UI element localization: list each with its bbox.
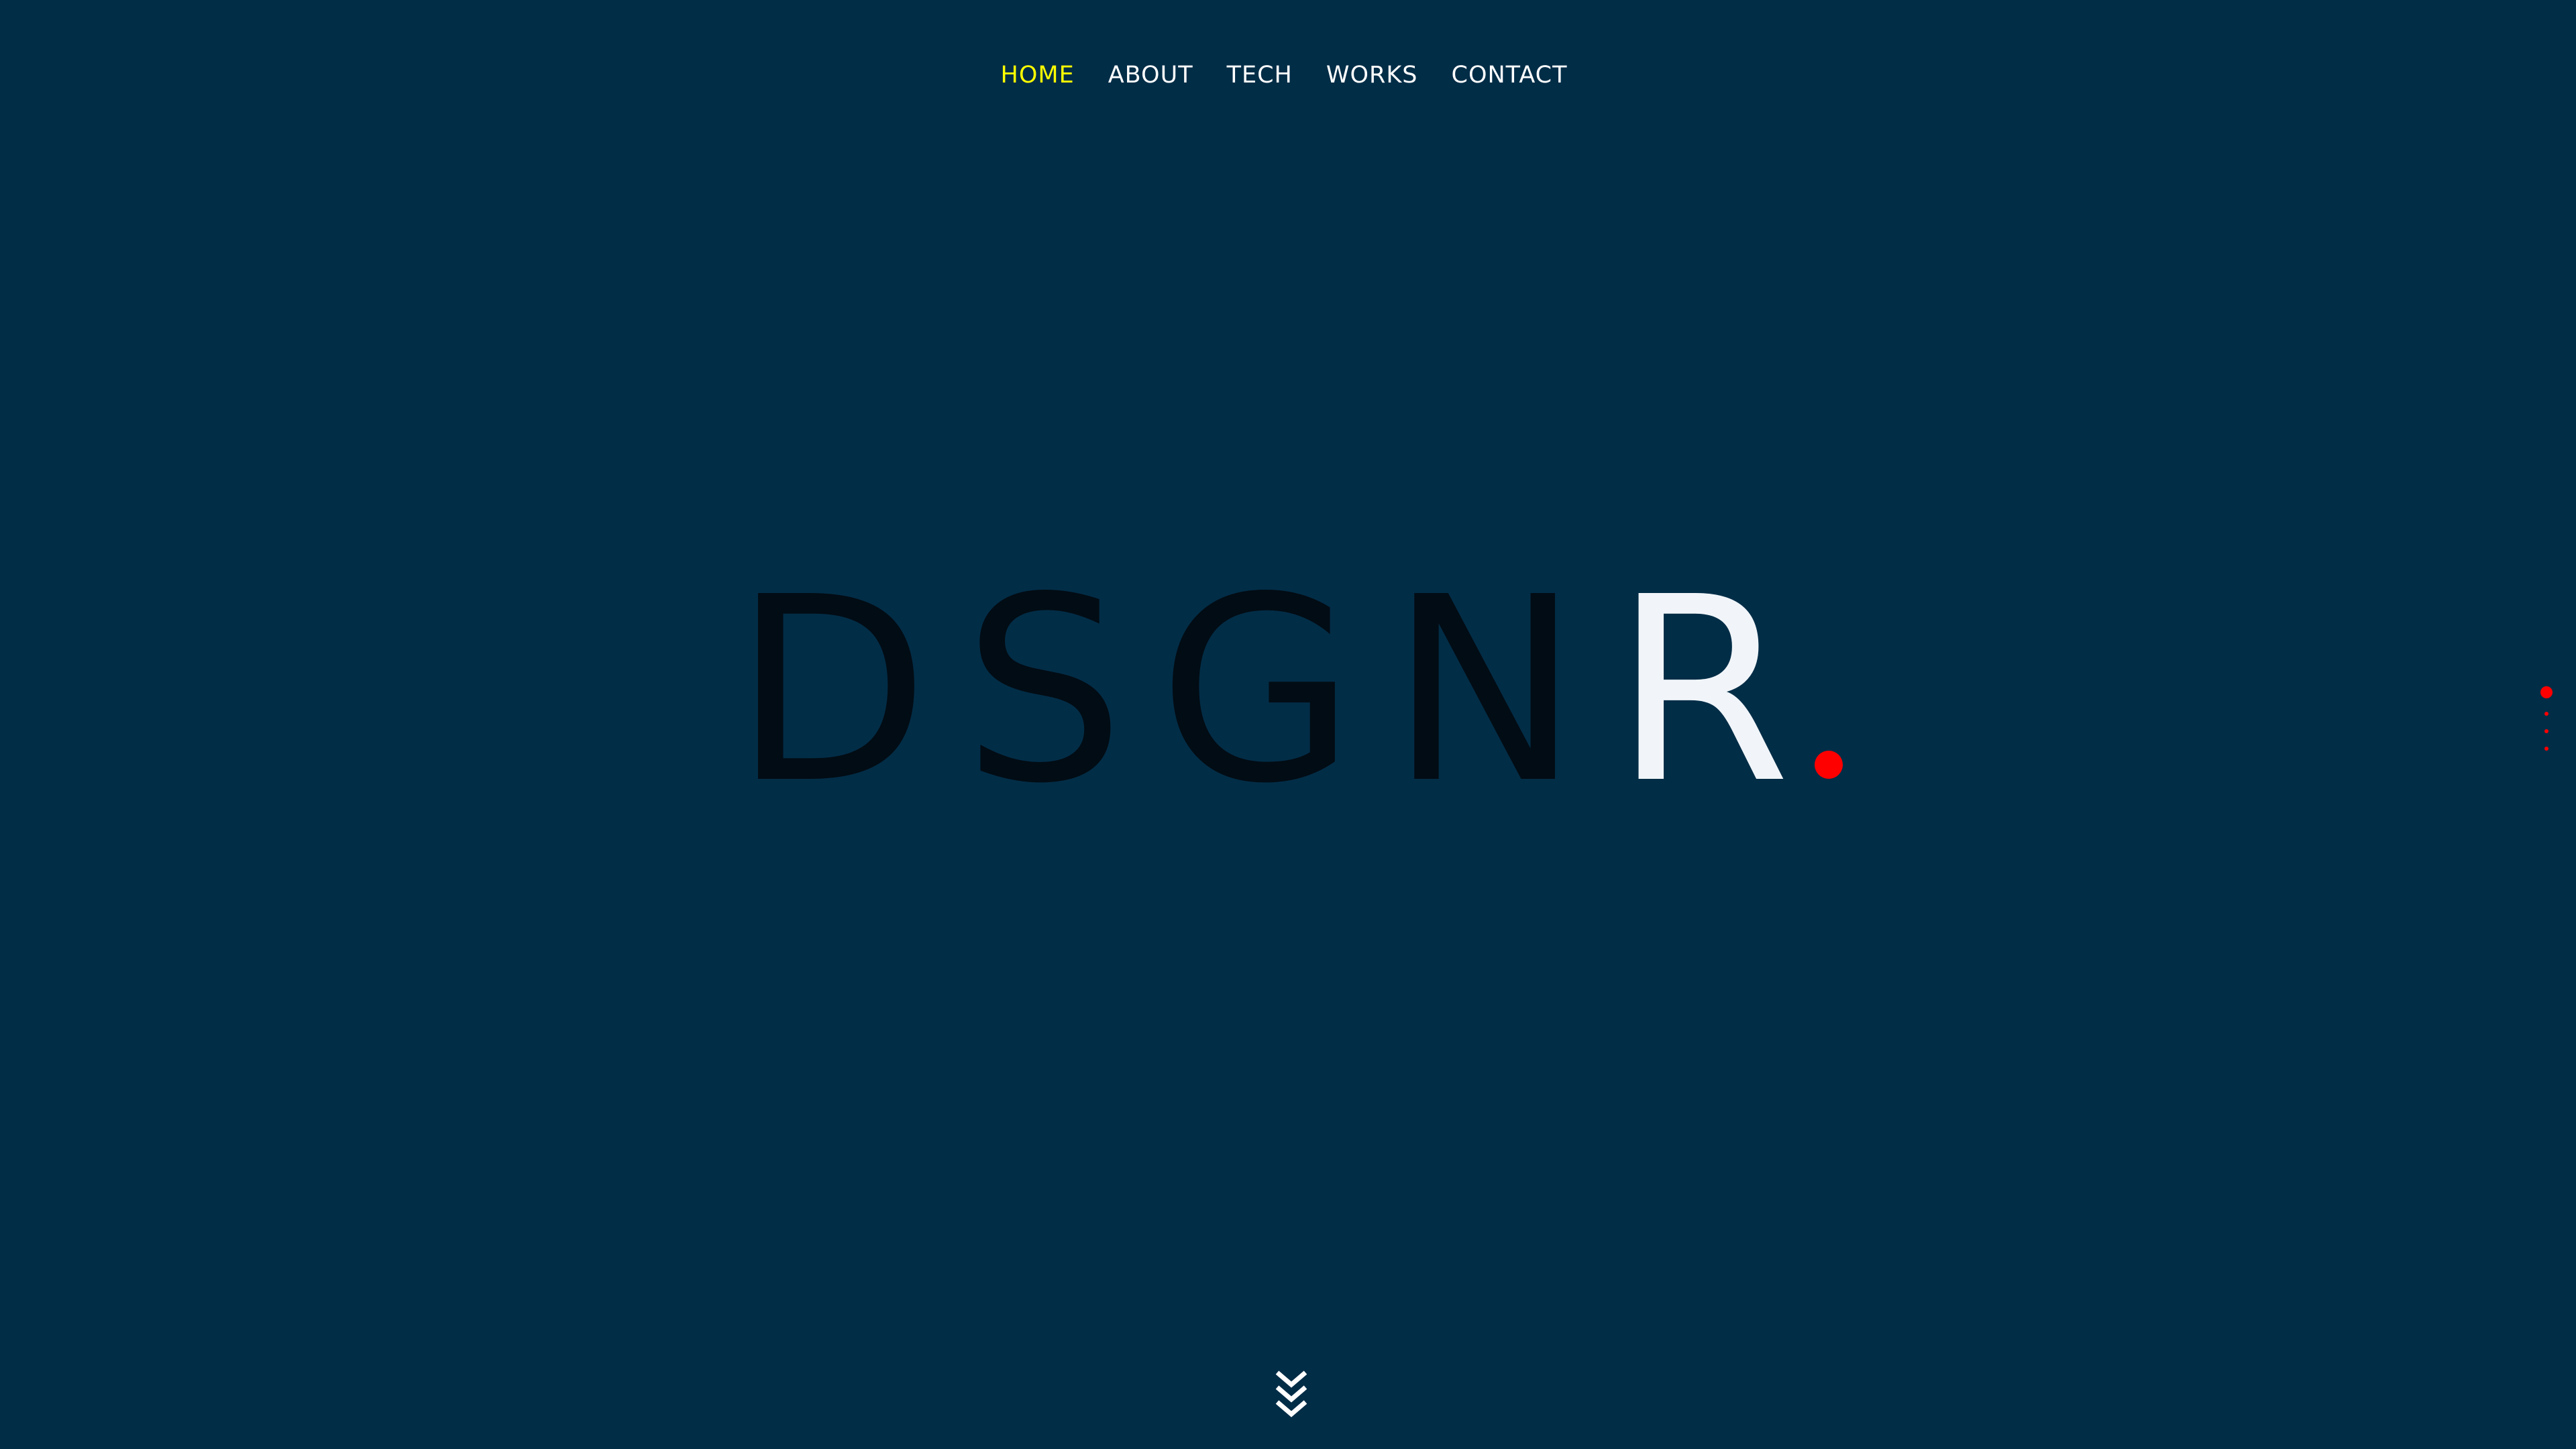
section-pager <box>2540 686 2553 751</box>
logo: DSGN R <box>733 564 1843 818</box>
nav-item-contact[interactable]: CONTACT <box>1452 59 1568 91</box>
hero: DSGN R <box>0 557 2576 825</box>
pager-dot-1[interactable] <box>2540 686 2553 698</box>
pager-dot-4[interactable] <box>2544 747 2548 751</box>
nav-item-works[interactable]: WORKS <box>1326 59 1418 91</box>
pager-dot-2[interactable] <box>2544 712 2548 716</box>
nav-item-home[interactable]: HOME <box>1001 59 1075 91</box>
logo-dot <box>1815 751 1843 779</box>
logo-text-dark: DSGN <box>733 542 1614 839</box>
page: HOME ABOUT TECH WORKS CONTACT DSGN R <box>0 0 2576 1449</box>
triple-chevron-down-icon <box>1275 1371 1307 1417</box>
scroll-down-button[interactable] <box>1273 1368 1309 1422</box>
nav-item-tech[interactable]: TECH <box>1227 59 1293 91</box>
pager-dot-3[interactable] <box>2544 729 2548 733</box>
main-nav: HOME ABOUT TECH WORKS CONTACT <box>0 59 2572 91</box>
nav-item-about[interactable]: ABOUT <box>1108 59 1193 91</box>
logo-text-light: R <box>1613 542 1825 839</box>
